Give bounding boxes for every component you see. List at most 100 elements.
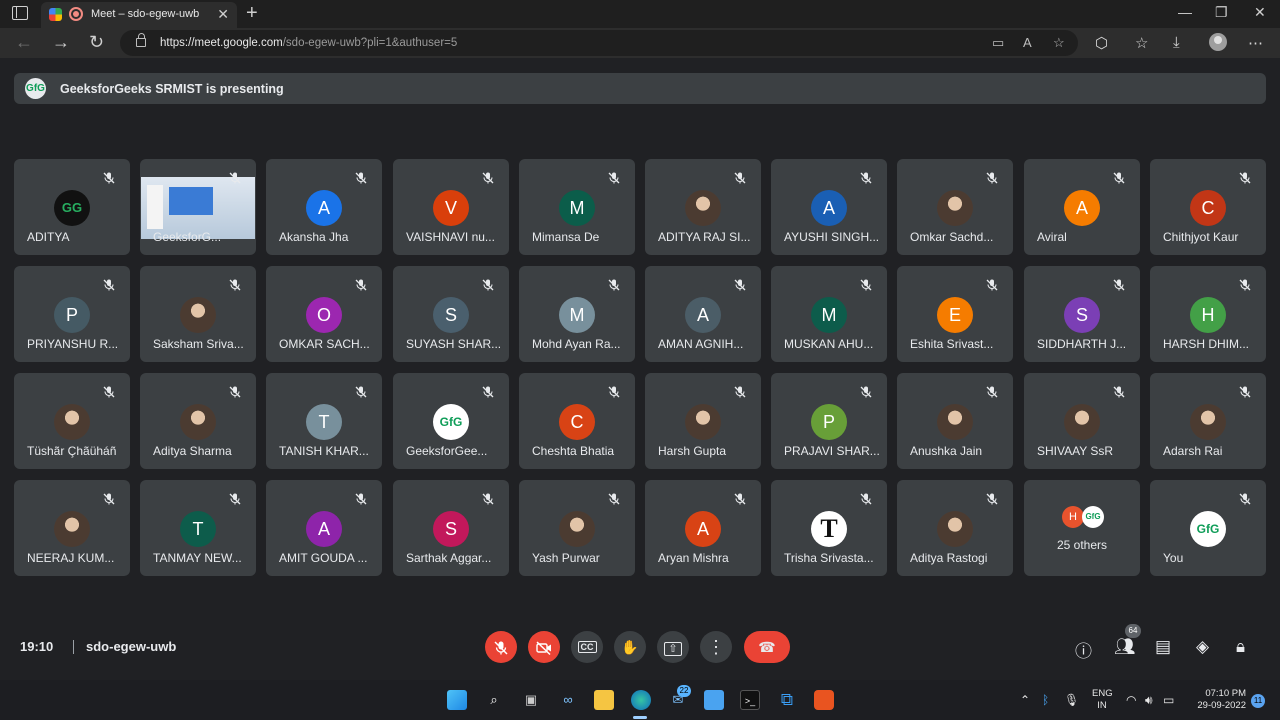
participant-tile[interactable]: GfG GeeksforGee... — [393, 373, 509, 469]
participant-tile[interactable]: A Aryan Mishra — [645, 480, 761, 576]
present-button[interactable]: ⇧ — [657, 631, 689, 663]
search-icon[interactable]: ⌕ — [484, 690, 504, 710]
participant-tile[interactable]: S SIDDHARTH J... — [1024, 266, 1140, 362]
participant-tile[interactable]: T TANMAY NEW... — [140, 480, 256, 576]
address-bar[interactable]: https://meet.google.com/sdo-egew-uwb?pli… — [120, 30, 1078, 56]
participant-tile[interactable]: A Akansha Jha — [266, 159, 382, 255]
edge-browser-icon[interactable] — [631, 690, 651, 710]
read-aloud-icon[interactable]: A — [1023, 35, 1032, 50]
bluetooth-icon[interactable]: ᛒ — [1042, 693, 1049, 707]
participant-tile[interactable]: A AYUSHI SINGH... — [771, 159, 887, 255]
battery-icon[interactable]: ▭ — [1163, 693, 1174, 707]
participant-tile[interactable]: Harsh Gupta — [645, 373, 761, 469]
participant-tile[interactable]: NEERAJ KUM... — [14, 480, 130, 576]
reload-button[interactable]: ↻ — [89, 32, 104, 53]
participant-tile[interactable]: SHIVAAY SsR — [1024, 373, 1140, 469]
participant-tile[interactable]: A Aviral — [1024, 159, 1140, 255]
vscode-icon[interactable]: ⧉ — [777, 690, 797, 710]
participant-tile[interactable]: V VAISHNAVI nu... — [393, 159, 509, 255]
new-tab-button[interactable]: + — [246, 2, 258, 24]
participant-tile[interactable]: T Trisha Srivasta... — [771, 480, 887, 576]
captions-button[interactable]: CC — [571, 631, 603, 663]
favorites-icon[interactable]: ☆ — [1135, 34, 1148, 52]
participant-tile[interactable]: C Chithjyot Kaur — [1150, 159, 1266, 255]
participant-tile[interactable]: A AMIT GOUDA ... — [266, 480, 382, 576]
url-text[interactable]: https://meet.google.com/sdo-egew-uwb?pli… — [160, 37, 457, 49]
settings-more-icon[interactable]: ⋯ — [1248, 34, 1263, 52]
participant-tile[interactable]: M MUSKAN AHU... — [771, 266, 887, 362]
participant-tile[interactable]: A AMAN AGNIH... — [645, 266, 761, 362]
widgets-icon[interactable]: ∞ — [558, 690, 578, 710]
forward-button[interactable]: → — [52, 32, 70, 53]
activities-button[interactable]: ◈ — [1196, 637, 1209, 657]
tab-actions-icon[interactable] — [12, 6, 28, 20]
camera-permission-icon[interactable]: ▭ — [992, 35, 1004, 51]
camera-toggle-button[interactable] — [528, 631, 560, 663]
mic-toggle-button[interactable] — [485, 631, 517, 663]
participant-tile[interactable]: Aditya Sharma — [140, 373, 256, 469]
participant-tile[interactable]: P PRIYANSHU R... — [14, 266, 130, 362]
avatar: A — [306, 190, 342, 226]
participant-name: SIDDHARTH J... — [1037, 337, 1127, 351]
taskbar-clock[interactable]: 07:10 PM 29-09-2022 — [1184, 688, 1246, 712]
avatar-photo — [54, 511, 90, 547]
ubuntu-icon[interactable] — [814, 690, 834, 710]
participant-tile[interactable]: M Mohd Ayan Ra... — [519, 266, 635, 362]
participant-tile[interactable]: GG ADITYA — [14, 159, 130, 255]
file-explorer-icon[interactable] — [594, 690, 614, 710]
raise-hand-button[interactable]: ✋ — [614, 631, 646, 663]
participant-tile[interactable]: T TANISH KHAR... — [266, 373, 382, 469]
leave-call-button[interactable]: ☎ — [744, 631, 790, 663]
host-controls-button[interactable]: 🔒︎ — [1236, 637, 1245, 657]
meeting-details-button[interactable]: ⓘ — [1075, 637, 1092, 662]
mic-off-icon — [859, 278, 873, 292]
participant-tile[interactable]: H GfG 25 others — [1024, 480, 1140, 576]
participant-tile[interactable]: Saksham Sriva... — [140, 266, 256, 362]
notification-badge[interactable]: 11 — [1251, 694, 1265, 708]
add-favorite-icon[interactable]: ☆ — [1053, 35, 1065, 51]
participant-tile[interactable]: P PRAJAVI SHAR... — [771, 373, 887, 469]
mic-off-icon — [733, 171, 747, 185]
browser-tab[interactable]: Meet – sdo-egew-uwb ✕ — [41, 2, 237, 28]
participant-tile[interactable]: S Sarthak Aggar... — [393, 480, 509, 576]
tab-close-icon[interactable]: ✕ — [217, 6, 229, 23]
terminal-icon[interactable]: >_ — [740, 690, 760, 710]
task-view-icon[interactable]: ▣ — [521, 690, 541, 710]
notepad-icon[interactable] — [704, 690, 724, 710]
participant-tile[interactable]: S SUYASH SHAR... — [393, 266, 509, 362]
chat-button[interactable]: ▤ — [1155, 637, 1171, 657]
participant-tile[interactable]: Anushka Jain — [897, 373, 1013, 469]
participant-tile[interactable]: O OMKAR SACH... — [266, 266, 382, 362]
show-hidden-icons-icon[interactable]: ⌃ — [1020, 693, 1030, 707]
participant-tile[interactable]: E Eshita Srivast... — [897, 266, 1013, 362]
close-window-button[interactable]: ✕ — [1254, 4, 1266, 21]
lock-icon[interactable] — [136, 33, 146, 47]
participant-tile[interactable]: H HARSH DHIM... — [1150, 266, 1266, 362]
participant-tile[interactable]: Aditya Rastogi — [897, 480, 1013, 576]
extensions-icon[interactable]: ⬡ — [1095, 34, 1108, 52]
profile-avatar[interactable] — [1209, 33, 1227, 51]
microphone-icon[interactable]: 🎙︎ — [1064, 693, 1079, 707]
participant-tile[interactable]: C Cheshta Bhatia — [519, 373, 635, 469]
participant-tile[interactable]: ADITYA RAJ SI... — [645, 159, 761, 255]
participant-tile[interactable]: Adarsh Rai — [1150, 373, 1266, 469]
participant-tile[interactable]: Omkar Sachd... — [897, 159, 1013, 255]
maximize-button[interactable]: ❐ — [1215, 4, 1228, 21]
participant-tile[interactable]: M Mimansa De — [519, 159, 635, 255]
participant-tile[interactable]: Tüshãr Çhãüháñ — [14, 373, 130, 469]
minimize-button[interactable]: — — [1178, 4, 1192, 20]
participant-name: Omkar Sachd... — [910, 230, 994, 244]
start-windows-icon[interactable] — [447, 690, 467, 710]
participant-tile[interactable]: GeeksforG... — [140, 159, 256, 255]
participant-tile[interactable]: GfG You — [1150, 480, 1266, 576]
mic-off-icon — [859, 385, 873, 399]
mic-off-icon — [354, 492, 368, 506]
more-options-button[interactable]: ⋮ — [700, 631, 732, 663]
people-button[interactable]: 👥︎ — [1114, 637, 1136, 657]
language-indicator[interactable]: ENG IN — [1092, 688, 1113, 712]
downloads-icon[interactable]: ⤓ — [1173, 34, 1180, 51]
volume-icon[interactable]: 🔊︎ — [1145, 693, 1153, 708]
wifi-icon[interactable]: ◠ — [1126, 693, 1136, 707]
participant-tile[interactable]: Yash Purwar — [519, 480, 635, 576]
back-button[interactable]: ← — [15, 32, 33, 53]
